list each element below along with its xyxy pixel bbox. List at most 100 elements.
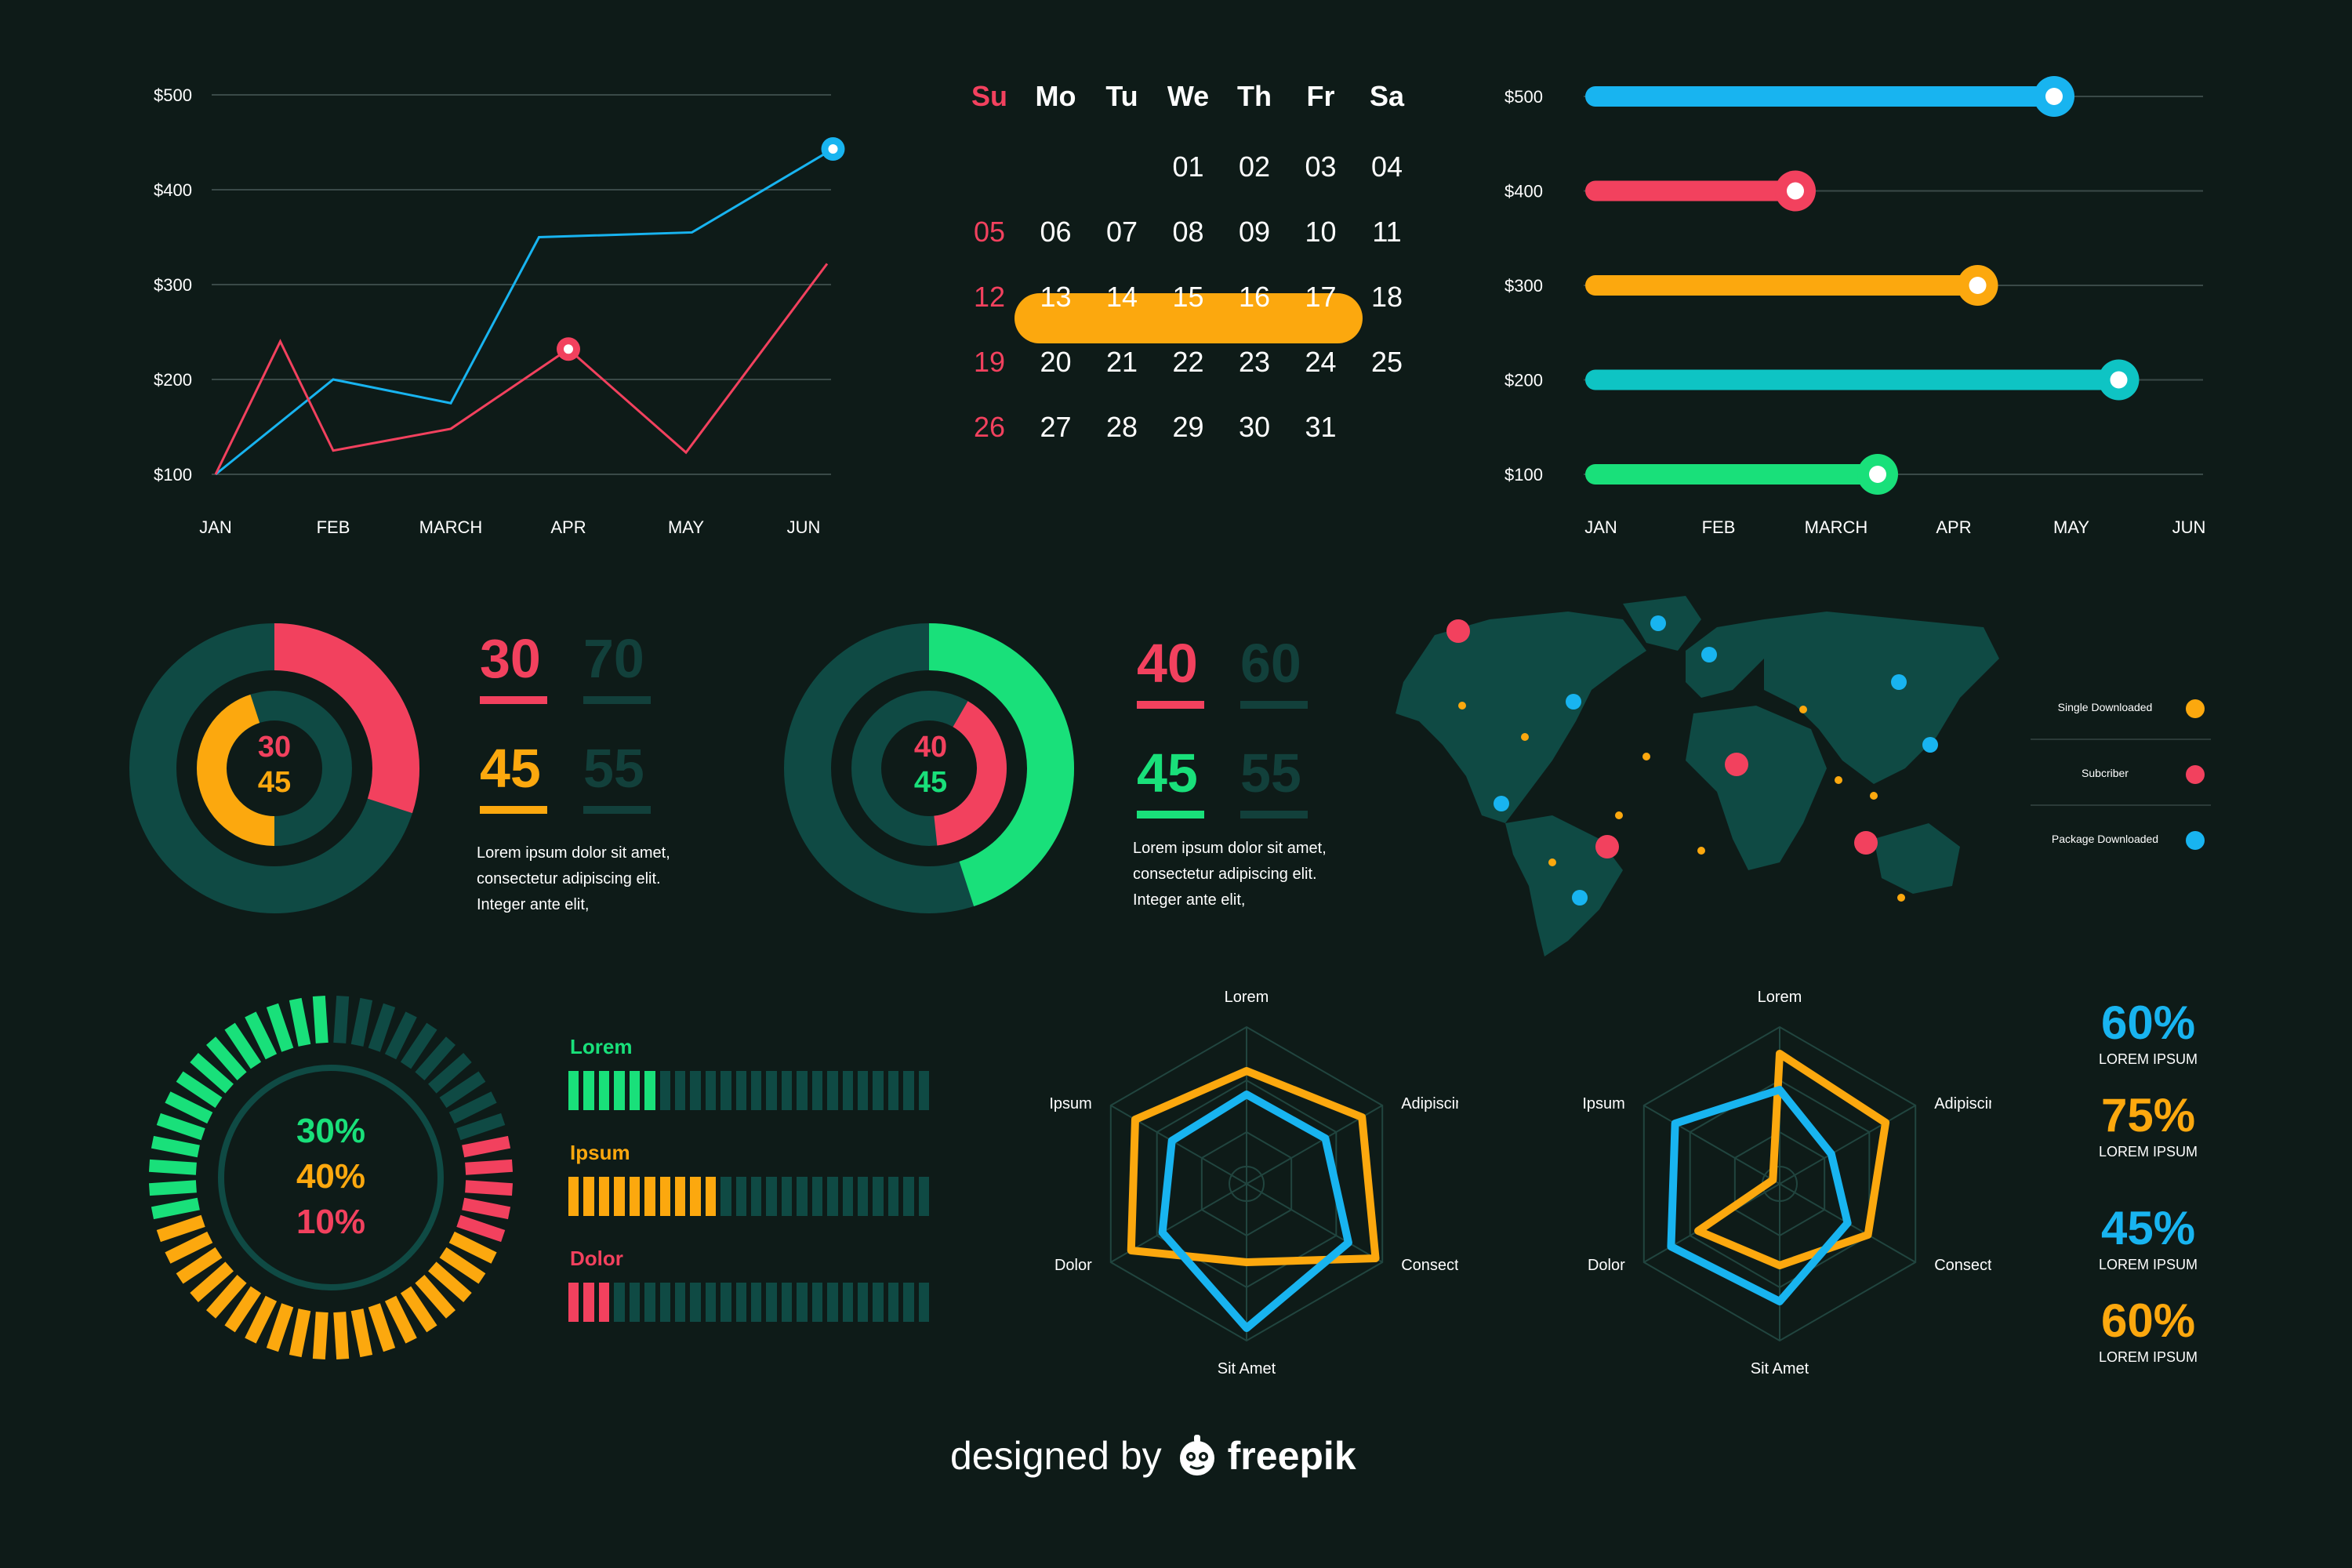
calendar-day[interactable]: 08 <box>1156 216 1221 249</box>
stat-item: 45% LOREM IPSUM <box>2070 1201 2227 1273</box>
stat-block: 40 <box>1137 632 1204 709</box>
calendar-day[interactable]: 02 <box>1221 151 1287 183</box>
calendar-day[interactable]: 14 <box>1089 281 1155 314</box>
stat-underline <box>1240 811 1308 818</box>
ring-label-1: 30% <box>296 1112 365 1150</box>
map-marker <box>1650 615 1666 631</box>
stat-block: 60 <box>1240 632 1308 709</box>
stat-underline <box>480 806 547 814</box>
calendar-day[interactable]: 04 <box>1354 151 1420 183</box>
stat-block: 70 <box>583 627 651 704</box>
calendar-day[interactable]: 01 <box>1156 151 1221 183</box>
stat-number: 55 <box>1240 742 1301 804</box>
calendar-day[interactable]: 23 <box>1221 346 1287 379</box>
stat-item: 75% LOREM IPSUM <box>2070 1088 2227 1160</box>
stat-underline <box>1240 701 1308 709</box>
slider-bar-chart: $500 $400 $300 $200 $100 JAN FEB MARCH APR MAY JUN <box>1504 76 2205 537</box>
map-legend-item: Subcriber <box>2031 756 2211 806</box>
calendar-day[interactable]: 03 <box>1288 151 1354 183</box>
calendar-day[interactable]: 18 <box>1354 281 1420 314</box>
ring-segment <box>333 1312 350 1360</box>
calendar-day[interactable]: 22 <box>1156 346 1221 379</box>
seg-bar-tick <box>781 1177 793 1216</box>
calendar-day[interactable]: 29 <box>1156 411 1221 444</box>
stat-caption: LOREM IPSUM <box>2098 1051 2198 1067</box>
radar-axis-label: Adipiscing <box>1934 1095 1991 1112</box>
ring-segment <box>289 997 311 1047</box>
calendar-day[interactable]: 10 <box>1288 216 1354 249</box>
ring-segment <box>245 1295 278 1344</box>
stat-number: 70 <box>583 628 644 689</box>
seg-bar-tick <box>811 1071 823 1110</box>
seg-bar-tick <box>873 1283 884 1322</box>
calendar-header-th: Th <box>1237 80 1272 112</box>
ring-segment <box>148 1159 197 1175</box>
seg-bar-tick <box>842 1283 854 1322</box>
x-tick-label: FEB <box>317 517 350 537</box>
seg-bar-tick <box>583 1177 594 1216</box>
calendar-day[interactable]: 19 <box>956 346 1022 379</box>
calendar-day[interactable]: 15 <box>1156 281 1221 314</box>
seg-bar-tick <box>887 1071 899 1110</box>
map-marker <box>1548 858 1556 866</box>
calendar: Su Mo Tu We Th Fr Sa 01 02 03 04 05 06 07 08 09 10 11 12 13… <box>956 80 1443 486</box>
map-marker <box>1446 619 1470 643</box>
radar-axis-label: Adipiscing <box>1401 1095 1458 1112</box>
calendar-day[interactable]: 11 <box>1354 216 1420 249</box>
seg-bar-tick <box>659 1071 670 1110</box>
calendar-day[interactable]: 30 <box>1221 411 1287 444</box>
radar-axis-label: Dolor <box>1588 1257 1625 1274</box>
y-tick-label: $300 <box>154 275 192 295</box>
stat-value: 75% <box>2100 1089 2196 1142</box>
calendar-day[interactable]: 06 <box>1023 216 1089 249</box>
calendar-day[interactable]: 27 <box>1023 411 1089 444</box>
radar-chart-2: Lorem Adipiscing Consectetur Sit Amet Dolor I… <box>1582 989 1991 1377</box>
seg-bar-tick <box>918 1177 930 1216</box>
calendar-day[interactable]: 09 <box>1221 216 1287 249</box>
map-legend-dot <box>2186 765 2205 784</box>
calendar-day[interactable]: 25 <box>1354 346 1420 379</box>
calendar-day[interactable]: 21 <box>1089 346 1155 379</box>
calendar-day[interactable]: 05 <box>956 216 1022 249</box>
y-tick-label: $500 <box>154 85 192 105</box>
map-legend-label: Subcriber <box>2082 767 2129 779</box>
calendar-day[interactable]: 07 <box>1089 216 1155 249</box>
slider-knob-dot <box>1969 277 1987 294</box>
calendar-day[interactable]: 20 <box>1023 346 1089 379</box>
calendar-day[interactable]: 17 <box>1288 281 1354 314</box>
calendar-day[interactable]: 16 <box>1221 281 1287 314</box>
ring-segment <box>456 1112 506 1141</box>
radar-axis-label: Dolor <box>1054 1257 1092 1274</box>
calendar-day[interactable]: 13 <box>1023 281 1089 314</box>
calendar-day[interactable]: 24 <box>1288 346 1354 379</box>
credit: designed by freepik <box>950 1428 1421 1483</box>
ring-segment <box>350 997 373 1047</box>
australia <box>1874 823 1960 894</box>
seg-bar-tick <box>644 1283 655 1322</box>
seg-bar-tick <box>797 1071 808 1110</box>
ring-segment <box>156 1112 205 1141</box>
calendar-day[interactable]: 28 <box>1089 411 1155 444</box>
map-marker <box>1642 753 1650 760</box>
donut1-center-bottom: 45 <box>258 766 291 799</box>
donut1-text-line: Lorem ipsum dolor sit amet, <box>477 844 670 862</box>
calendar-day[interactable]: 31 <box>1288 411 1354 444</box>
seg-bar-tick <box>614 1071 625 1110</box>
seg-bar-tick <box>674 1283 686 1322</box>
seg-bar-tick <box>735 1071 747 1110</box>
calendar-header-su: Su <box>971 80 1007 112</box>
calendar-header-we: We <box>1167 80 1210 112</box>
seg-bar-tick <box>629 1177 641 1216</box>
y-tick-label: $300 <box>1504 276 1543 296</box>
calendar-day[interactable]: 12 <box>956 281 1022 314</box>
x-tick-label: MARCH <box>1805 517 1868 537</box>
calendar-day[interactable]: 26 <box>956 411 1022 444</box>
seg-bar-tick <box>887 1283 899 1322</box>
segmented-ring-chart: 30% 40% 10% <box>148 995 514 1360</box>
y-tick-label: $400 <box>1504 182 1543 201</box>
ring-segment <box>384 1295 417 1344</box>
ring-segment <box>456 1214 506 1243</box>
seg-bar-label: Dolor <box>570 1247 623 1270</box>
stat-underline <box>583 806 651 814</box>
seg-bar-tick <box>873 1071 884 1110</box>
